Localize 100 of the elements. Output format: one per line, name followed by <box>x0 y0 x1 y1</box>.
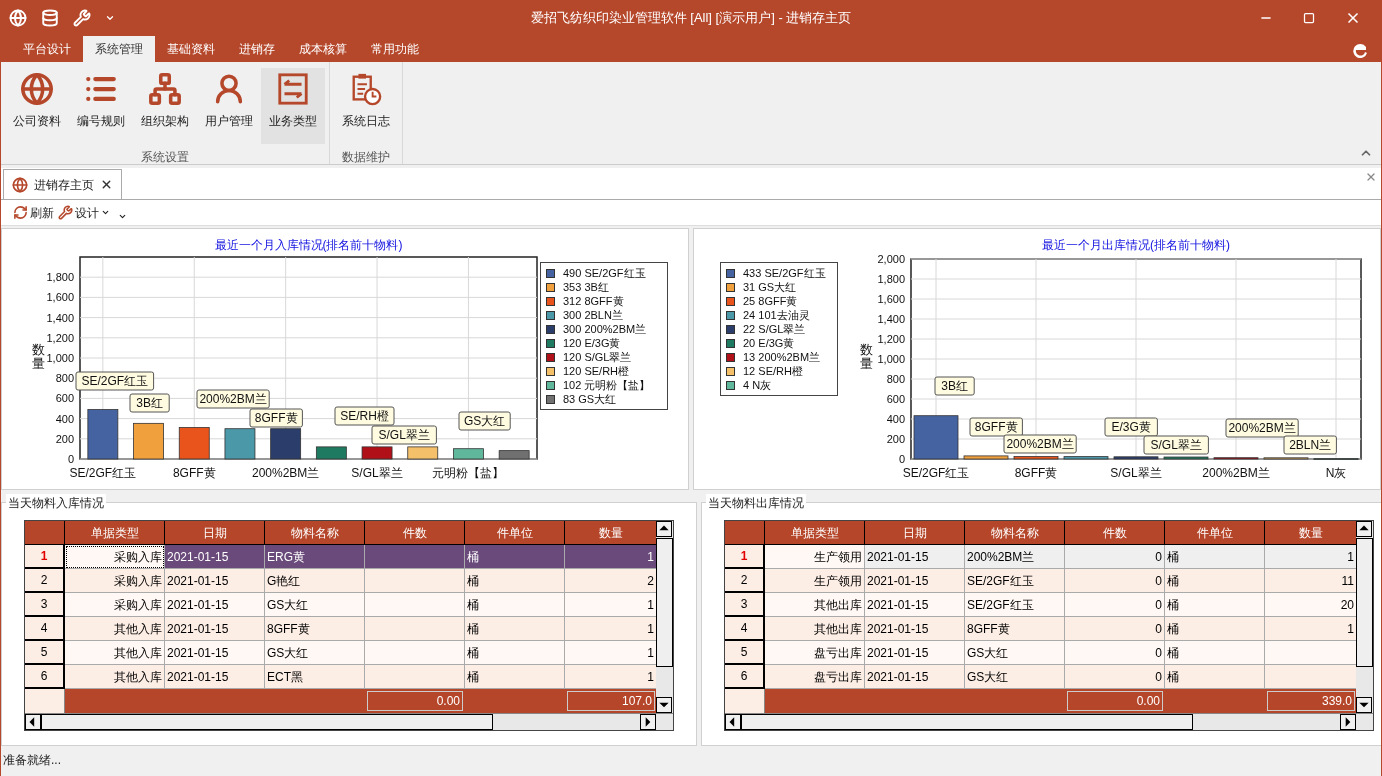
ribbon-tab[interactable]: 系统管理 <box>83 36 155 62</box>
legend-label: 20 E/3G黄 <box>743 335 795 351</box>
scroll-left-icon[interactable] <box>25 714 41 730</box>
scroll-right-icon[interactable] <box>640 714 656 730</box>
database-icon[interactable] <box>41 9 59 27</box>
scroll-left-icon[interactable] <box>725 714 741 730</box>
group-label: 系统设置 <box>141 149 189 166</box>
section-title: 当天物料出库情况 <box>706 494 806 512</box>
scroll-down-icon[interactable] <box>1356 697 1373 713</box>
bar <box>1213 457 1259 460</box>
globe-icon[interactable] <box>9 9 27 27</box>
axis-tick-label: 1,400 <box>46 311 74 324</box>
row-number: 5 <box>725 641 765 665</box>
table-row[interactable]: 4 其他入库 2021-01-15 8GFF黄 桶 1 <box>25 617 657 641</box>
axis-tick-label: 1,200 <box>877 333 905 345</box>
bar <box>1013 456 1059 460</box>
bar <box>224 428 256 460</box>
callout-label: 200%2BM兰 <box>1225 418 1299 438</box>
legend-label: 22 S/GL翠兰 <box>743 321 806 337</box>
table-row[interactable]: 3 其他出库 2021-01-15 SE/2GF红玉 0 桶 20 <box>725 593 1357 617</box>
group-label: 数据维护 <box>342 149 390 166</box>
legend-label: 25 8GFF黄 <box>743 293 798 309</box>
window-title: 爱招飞纺织印染业管理软件 [All] [演示用户] - 进销存主页 <box>529 9 853 28</box>
axis-tick-label: 600 <box>886 393 905 405</box>
scroll-right-icon[interactable] <box>1340 714 1356 730</box>
maximize-icon[interactable] <box>1303 12 1315 24</box>
axis-tick-label: 1,000 <box>46 352 74 364</box>
row-header-cell <box>25 689 65 713</box>
legend-label: 433 SE/2GF红玉 <box>743 265 826 281</box>
section-title: 当天物料入库情况 <box>6 494 106 512</box>
chart-title: 最近一个月入库情况(排名前十物料) <box>214 238 403 252</box>
annotation: GS大红 <box>463 414 506 428</box>
table-row[interactable]: 6 盘亏出库 2021-01-15 GS大红 0 桶 <box>725 665 1357 689</box>
table-row[interactable]: 5 其他入库 2021-01-15 GS大红 桶 1 <box>25 641 657 665</box>
horizontal-scrollbar[interactable] <box>25 713 673 730</box>
ribbon-button[interactable]: 公司资料 <box>5 68 69 144</box>
callout-label: 200%2BM兰 <box>1003 434 1077 454</box>
table-row[interactable]: 1 采购入库 2021-01-15 ERG黄 桶 1 <box>25 545 657 569</box>
wrench-icon[interactable] <box>73 9 91 27</box>
ribbon-button[interactable]: 编号规则 <box>69 68 133 144</box>
row-number: 5 <box>25 641 65 665</box>
row-number: 6 <box>25 665 65 689</box>
table-row[interactable]: 5 盘亏出库 2021-01-15 GS大红 0 桶 <box>725 641 1357 665</box>
scroll-thumb[interactable] <box>1356 538 1373 667</box>
annotation: 2BLN兰 <box>1289 438 1332 452</box>
ribbon-tab[interactable]: 基础资料 <box>155 36 227 62</box>
table-cell: 采购入库 <box>65 545 165 569</box>
scroll-down-icon[interactable] <box>656 697 673 713</box>
tab-label: 进销存主页 <box>34 176 94 194</box>
table-row[interactable]: 2 采购入库 2021-01-15 G艳红 桶 2 <box>25 569 657 593</box>
ribbon-button[interactable]: 用户管理 <box>197 68 261 144</box>
row-header-cell <box>725 689 765 713</box>
table-row[interactable]: 6 其他入库 2021-01-15 ECT黑 桶 1 <box>25 665 657 689</box>
axis-tick-label: 0 <box>67 453 74 465</box>
ribbon-tab[interactable]: 进销存 <box>227 36 287 62</box>
toolbar-button[interactable]: 设计 <box>58 203 110 222</box>
close-icon[interactable] <box>100 178 113 191</box>
bar <box>270 428 302 460</box>
ribbon-button[interactable]: 业务类型 <box>261 68 325 144</box>
close-icon[interactable] <box>1345 10 1361 26</box>
table-row[interactable]: 2 生产领用 2021-01-15 SE/2GF红玉 0 桶 11 <box>725 569 1357 593</box>
vertical-scrollbar[interactable] <box>656 521 673 713</box>
horizontal-scrollbar[interactable] <box>725 713 1373 730</box>
bar <box>1263 457 1309 460</box>
ribbon-button[interactable]: 系统日志 <box>334 68 398 144</box>
legend-label: 12 SE/RH橙 <box>743 363 803 379</box>
table-row[interactable]: 1 生产领用 2021-01-15 200%2BM兰 0 桶 1 <box>725 545 1357 569</box>
ribbon-tab[interactable]: 成本核算 <box>287 36 359 62</box>
toolbar-button[interactable]: 刷新 <box>13 203 54 222</box>
callout-label: S/GL翠兰 <box>371 425 437 445</box>
scroll-up-icon[interactable] <box>656 521 673 537</box>
table-row[interactable]: 3 采购入库 2021-01-15 GS大红 桶 1 <box>25 593 657 617</box>
callout-label: 8GFF黄 <box>969 417 1023 437</box>
ribbon-button[interactable]: 组织架构 <box>133 68 197 144</box>
axis-tick-label: 400 <box>886 413 905 425</box>
axis-tick-label: 1,400 <box>877 313 905 325</box>
bar <box>361 446 393 460</box>
scroll-thumb[interactable] <box>741 714 1193 730</box>
wrench-icon <box>58 205 73 220</box>
legend-label: 120 SE/RH橙 <box>563 363 630 379</box>
vertical-scrollbar[interactable] <box>1356 521 1373 713</box>
overflow-caret-icon[interactable] <box>118 212 127 221</box>
scroll-up-icon[interactable] <box>1356 521 1373 537</box>
ribbon-tab[interactable]: 平台设计 <box>11 36 83 62</box>
scroll-thumb[interactable] <box>41 714 493 730</box>
document-tab[interactable]: 进销存主页 <box>3 169 122 199</box>
caret-icon[interactable] <box>105 13 115 23</box>
axis-label: N灰 <box>1325 466 1347 480</box>
callout-label: E/3G黄 <box>1104 417 1158 437</box>
axis-tick-label: 1,200 <box>46 331 74 344</box>
scroll-thumb[interactable] <box>656 538 673 667</box>
annotation: 3B红 <box>136 396 163 410</box>
table-row[interactable]: 4 其他出库 2021-01-15 8GFF黄 0 桶 1 <box>725 617 1357 641</box>
legend-label: 120 E/3G黄 <box>563 335 621 351</box>
bar <box>963 455 1009 460</box>
legend-label: 312 8GFF黄 <box>563 293 624 309</box>
annotation: SE/RH橙 <box>340 409 389 423</box>
annotation: 3B红 <box>941 379 968 393</box>
callout-label: 3B红 <box>934 376 975 396</box>
ribbon-tab[interactable]: 常用功能 <box>359 36 431 62</box>
